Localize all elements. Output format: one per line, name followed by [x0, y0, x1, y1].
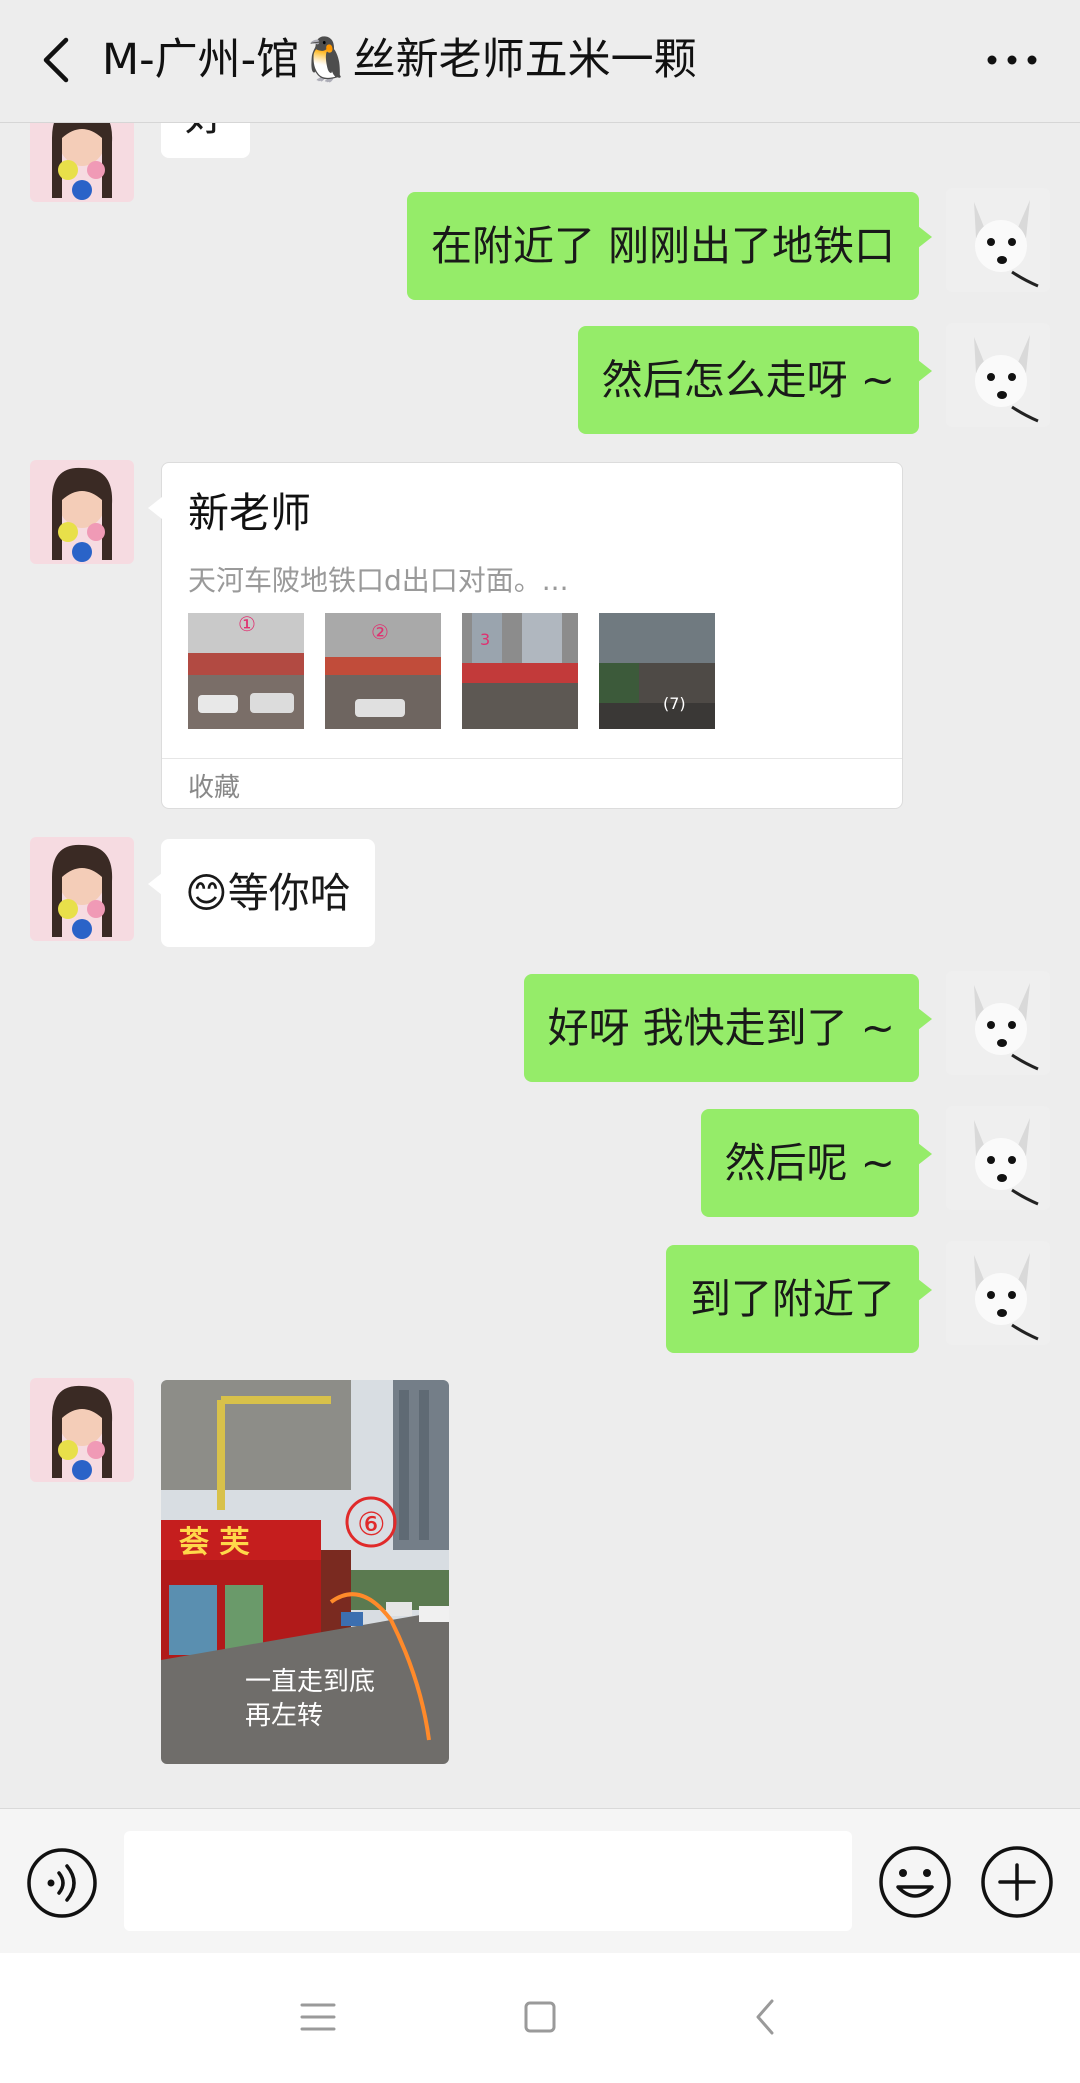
svg-text:①: ①: [238, 613, 256, 636]
svg-text:⑥: ⑥: [357, 1505, 386, 1543]
more-icon[interactable]: [982, 40, 1042, 80]
chat-area[interactable]: 好 在附近了 刚刚出了地铁口 然后怎么走呀 ~: [0, 123, 1080, 1808]
card-thumbnail[interactable]: 3: [462, 613, 578, 729]
card-thumbnail[interactable]: ②: [325, 613, 441, 729]
card-thumbnail[interactable]: (7): [599, 613, 715, 729]
message-input[interactable]: [124, 1831, 852, 1931]
svg-text:荟 芙: 荟 芙: [179, 1525, 250, 1560]
card-title: 新老师: [188, 489, 311, 537]
chat-header: M-广州-馆🐧丝新老师五米一颗: [0, 0, 1080, 123]
chat-title: M-广州-馆🐧丝新老师五米一颗: [102, 35, 697, 85]
contact-avatar[interactable]: [30, 460, 134, 564]
card-thumbnail[interactable]: ①: [188, 613, 304, 729]
contact-avatar[interactable]: [30, 1378, 134, 1482]
nav-menu-icon[interactable]: [296, 1991, 340, 2043]
nav-home-icon[interactable]: [516, 1991, 564, 2043]
plus-icon[interactable]: [980, 1845, 1054, 1919]
system-navigation-bar: [0, 1953, 1080, 2083]
card-description: 天河车陂地铁口d出口对面。...: [188, 564, 569, 597]
image-message[interactable]: 荟 芙 ⑥ 一直走到底 再左转: [161, 1380, 449, 1764]
svg-text:3: 3: [480, 630, 490, 649]
input-bar: [0, 1808, 1080, 1954]
favorite-card[interactable]: 新老师 天河车陂地铁口d出口对面。... ① ② 3 (7) 收藏: [148, 462, 903, 809]
nav-back-icon[interactable]: [742, 1991, 790, 2043]
card-footer: 收藏: [162, 758, 902, 809]
incoming-message[interactable]: 好: [161, 123, 250, 158]
voice-icon[interactable]: [26, 1847, 98, 1919]
incoming-message[interactable]: 😊等你哈: [148, 839, 375, 947]
my-avatar[interactable]: [946, 1241, 1050, 1345]
svg-text:(7): (7): [663, 694, 686, 713]
contact-avatar[interactable]: [30, 837, 134, 941]
outgoing-message[interactable]: 到了附近了: [666, 1245, 932, 1353]
back-arrow-icon[interactable]: [30, 32, 86, 88]
emoji-icon[interactable]: [878, 1845, 952, 1919]
outgoing-message[interactable]: 然后呢 ~: [700, 1109, 933, 1217]
outgoing-message[interactable]: 然后怎么走呀 ~: [577, 326, 933, 434]
outgoing-message[interactable]: 好呀 我快走到了 ~: [523, 974, 933, 1082]
svg-text:再左转: 再左转: [245, 1701, 323, 1731]
my-avatar[interactable]: [946, 971, 1050, 1075]
outgoing-message[interactable]: 在附近了 刚刚出了地铁口: [406, 192, 933, 300]
svg-text:②: ②: [371, 620, 389, 644]
my-avatar[interactable]: [946, 1106, 1050, 1210]
my-avatar[interactable]: [946, 323, 1050, 427]
my-avatar[interactable]: [946, 188, 1050, 292]
svg-text:一直走到底: 一直走到底: [245, 1667, 375, 1697]
contact-avatar[interactable]: [30, 123, 134, 202]
